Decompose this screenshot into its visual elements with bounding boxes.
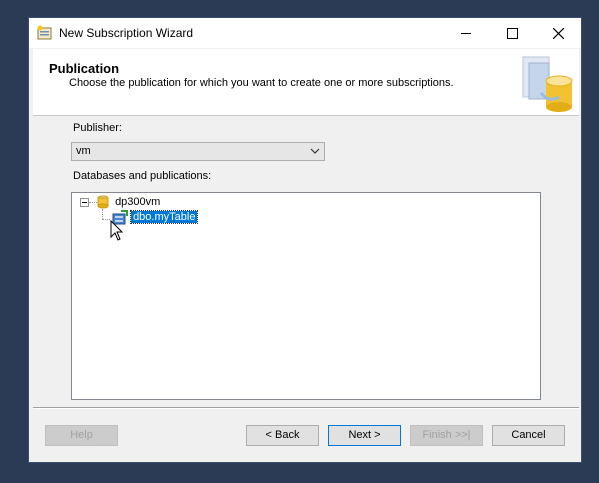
publisher-value: vm xyxy=(76,145,91,157)
cancel-button[interactable]: Cancel xyxy=(492,425,565,446)
collapse-icon[interactable] xyxy=(80,198,89,207)
chevron-down-icon xyxy=(310,148,320,154)
databases-label: Databases and publications: xyxy=(73,170,212,182)
tree-node-database[interactable]: dp300vm xyxy=(97,195,160,209)
publisher-select[interactable]: vm xyxy=(71,142,325,161)
wizard-header: Publication Choose the publication for w… xyxy=(33,49,579,116)
page-title: Publication xyxy=(49,61,120,76)
next-button[interactable]: Next > xyxy=(328,425,401,446)
tree-line xyxy=(89,202,97,203)
database-icon xyxy=(97,195,109,209)
replication-graphic-icon xyxy=(522,56,573,112)
close-icon xyxy=(552,27,564,39)
tree-node-publication[interactable]: dbo.myTable xyxy=(112,210,199,225)
back-button[interactable]: < Back xyxy=(246,425,319,446)
help-button[interactable]: Help xyxy=(45,425,118,446)
page-subtitle: Choose the publication for which you wan… xyxy=(69,77,454,89)
wizard-icon xyxy=(37,25,52,40)
maximize-button[interactable] xyxy=(489,18,535,48)
publication-name: dbo.myTable xyxy=(130,210,199,225)
title-bar[interactable]: New Subscription Wizard xyxy=(29,18,581,48)
publisher-label: Publisher: xyxy=(73,122,122,134)
publication-tree[interactable]: dp300vm dbo.myTable xyxy=(71,192,541,400)
minimize-button[interactable] xyxy=(443,18,489,48)
mouse-cursor-icon xyxy=(110,220,124,241)
tree-line xyxy=(102,209,103,219)
close-button[interactable] xyxy=(535,18,581,48)
window-title: New Subscription Wizard xyxy=(59,26,194,40)
minimize-icon xyxy=(461,32,471,34)
tree-line xyxy=(102,219,110,220)
finish-button[interactable]: Finish >>| xyxy=(410,425,483,446)
database-name: dp300vm xyxy=(115,195,161,208)
wizard-window: New Subscription Wizard Publication Choo… xyxy=(28,17,582,463)
maximize-icon xyxy=(506,27,518,39)
footer-divider xyxy=(33,407,579,409)
